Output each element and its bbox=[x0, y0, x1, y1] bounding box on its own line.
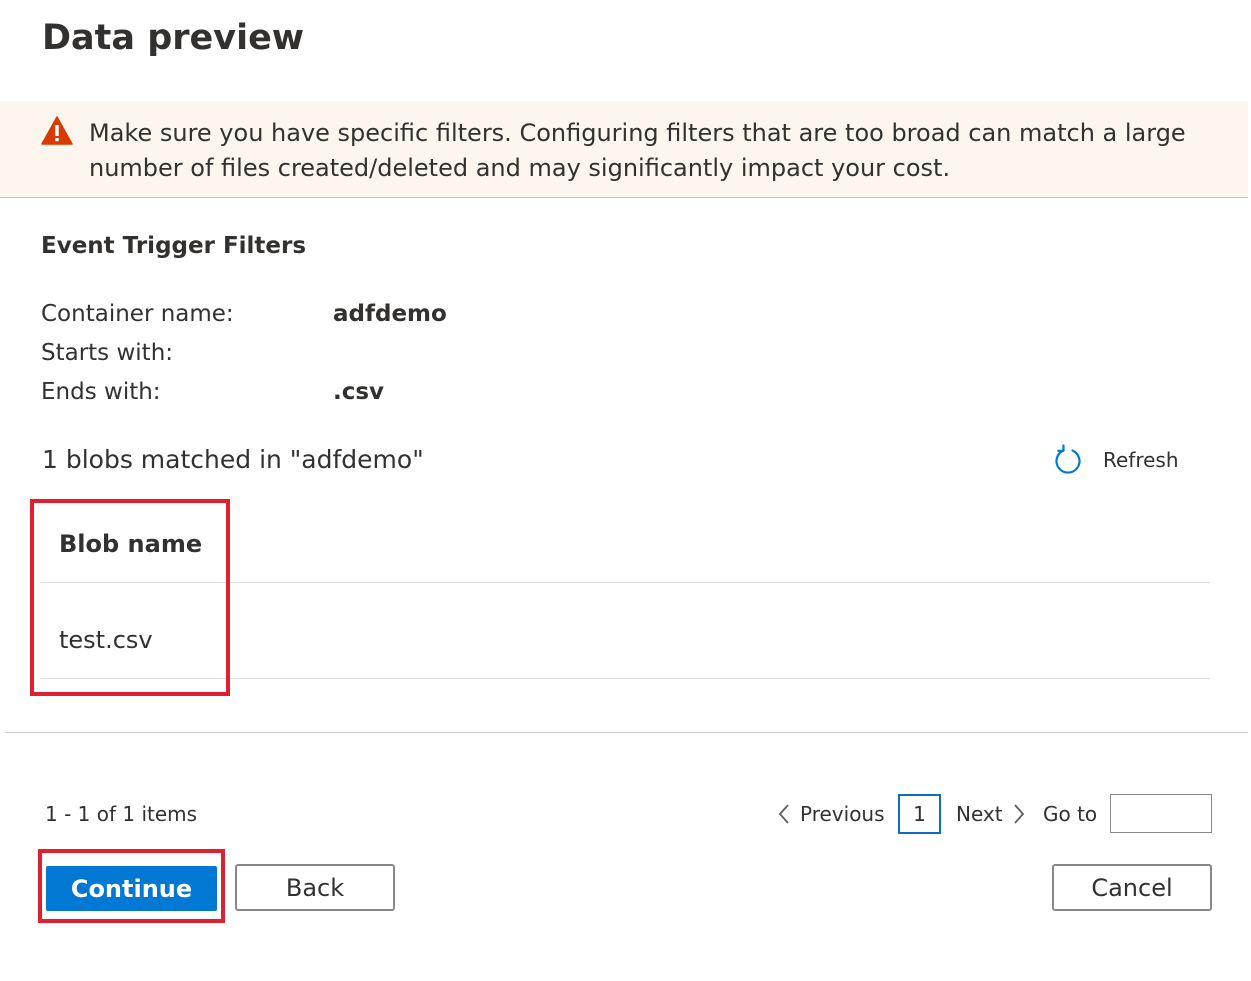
ends-with-label: Ends with: bbox=[41, 379, 161, 405]
section-divider bbox=[5, 732, 1248, 733]
items-count: 1 - 1 of 1 items bbox=[45, 802, 198, 826]
refresh-icon bbox=[1055, 444, 1081, 474]
next-page-button[interactable]: Next bbox=[956, 802, 1025, 826]
continue-button[interactable]: Continue bbox=[46, 866, 217, 911]
column-header-blob-name: Blob name bbox=[59, 530, 203, 558]
ends-with-value: .csv bbox=[333, 379, 385, 405]
page-number-current[interactable]: 1 bbox=[898, 794, 941, 834]
back-button[interactable]: Back bbox=[235, 864, 395, 911]
previous-page-button[interactable]: Previous bbox=[778, 802, 885, 826]
warning-icon bbox=[41, 116, 73, 145]
go-to-label: Go to bbox=[1043, 802, 1098, 826]
container-name-label: Container name: bbox=[41, 301, 234, 327]
starts-with-label: Starts with: bbox=[41, 340, 174, 366]
refresh-label: Refresh bbox=[1103, 448, 1179, 472]
warning-message: Make sure you have specific filters. Con… bbox=[89, 119, 1186, 182]
highlight-box-table bbox=[30, 499, 230, 696]
refresh-button[interactable]: Refresh bbox=[1053, 444, 1179, 476]
next-label: Next bbox=[956, 802, 1003, 826]
previous-label: Previous bbox=[800, 802, 885, 826]
page-title: Data preview bbox=[42, 18, 305, 58]
table-row-divider bbox=[40, 678, 1210, 679]
container-name-value: adfdemo bbox=[333, 301, 447, 327]
chevron-left-icon bbox=[778, 804, 789, 824]
chevron-right-icon bbox=[1013, 804, 1024, 824]
table-header-divider bbox=[40, 582, 1210, 583]
match-count-text: 1 blobs matched in "adfdemo" bbox=[42, 445, 424, 474]
table-row[interactable]: test.csv bbox=[59, 626, 153, 654]
go-to-page-input[interactable] bbox=[1110, 794, 1212, 833]
filters-heading: Event Trigger Filters bbox=[41, 233, 307, 259]
cancel-button[interactable]: Cancel bbox=[1052, 864, 1212, 911]
